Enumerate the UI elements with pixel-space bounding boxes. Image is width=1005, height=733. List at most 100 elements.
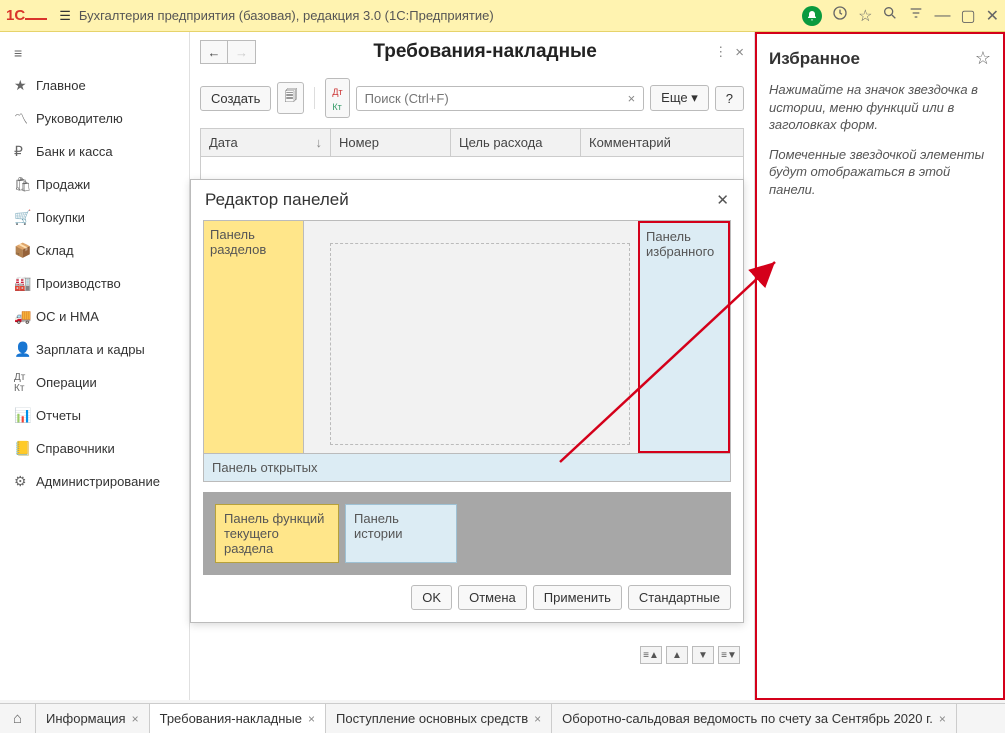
search-clear-icon[interactable]: × <box>624 91 640 106</box>
sidebar-item-bank[interactable]: ₽Банк и касса <box>0 135 189 168</box>
favorites-hint-2: Помеченные звездочкой элементы будут ото… <box>769 146 991 199</box>
history-icon[interactable] <box>832 5 848 26</box>
nav-up-icon[interactable]: ▲ <box>666 646 688 664</box>
panel-sections-slot[interactable]: Панель разделов <box>204 221 304 453</box>
sidebar-item-assets[interactable]: 🚚ОС и НМА <box>0 300 189 333</box>
sidebar-item-catalogs[interactable]: 📒Справочники <box>0 432 189 465</box>
tab-assets-receipt[interactable]: Поступление основных средств × <box>326 704 552 733</box>
tab-close-icon[interactable]: × <box>132 712 139 726</box>
tab-label: Информация <box>46 711 126 726</box>
tab-requirements[interactable]: Требования-накладные × <box>150 704 326 733</box>
title-actions: ☆ — ▢ ✕ <box>802 5 999 26</box>
sidebar-item-sales[interactable]: 🛍Продажи <box>0 168 189 201</box>
doc-close-icon[interactable]: × <box>735 44 744 61</box>
nav-back-button[interactable]: ← <box>200 40 228 64</box>
help-button[interactable]: ? <box>715 86 744 111</box>
panel-functions-tile[interactable]: Панель функций текущего раздела <box>215 504 339 563</box>
sidebar-item-label: Операции <box>36 375 97 390</box>
sidebar-item-purchases[interactable]: 🛒Покупки <box>0 201 189 234</box>
sidebar-item-manager[interactable]: 〽Руководителю <box>0 102 189 135</box>
content-area: ← → Требования-накладные ⋮ × Создать 🗐 Д… <box>190 32 755 700</box>
notifications-icon[interactable] <box>802 6 822 26</box>
sidebar-item-label: Главное <box>36 78 86 93</box>
col-comment[interactable]: Комментарий <box>581 129 743 156</box>
filter-icon[interactable] <box>908 5 924 26</box>
ok-button[interactable]: OK <box>411 585 452 610</box>
apply-button[interactable]: Применить <box>533 585 622 610</box>
more-button[interactable]: Еще ▾ <box>650 85 709 111</box>
panel-editor-dialog: Редактор панелей ✕ Панель разделов Панел… <box>190 179 744 623</box>
cancel-button[interactable]: Отмена <box>458 585 527 610</box>
sidebar-item-production[interactable]: 🏭Производство <box>0 267 189 300</box>
favorites-hint-1: Нажимайте на значок звездочка в истории,… <box>769 81 991 134</box>
home-tab-icon[interactable]: ⌂ <box>0 704 36 733</box>
nav-first-icon[interactable]: ≡▲ <box>640 646 662 664</box>
search-box[interactable]: × <box>356 86 645 111</box>
nav-last-icon[interactable]: ≡▼ <box>718 646 740 664</box>
col-number[interactable]: Номер <box>331 129 451 156</box>
sidebar-hamburger[interactable]: ≡ <box>0 36 189 69</box>
panel-favorites-slot[interactable]: Панель избранного <box>638 221 730 453</box>
create-button[interactable]: Создать <box>200 86 271 111</box>
tabs-bar: ⌂ Информация × Требования-накладные × Пост… <box>0 703 1005 733</box>
tab-close-icon[interactable]: × <box>308 712 315 726</box>
sidebar-item-label: Отчеты <box>36 408 81 423</box>
sidebar-item-label: Продажи <box>36 177 90 192</box>
standard-button[interactable]: Стандартные <box>628 585 731 610</box>
sidebar-item-hr[interactable]: 👤Зарплата и кадры <box>0 333 189 366</box>
sidebar-item-label: Зарплата и кадры <box>36 342 145 357</box>
sidebar-item-label: ОС и НМА <box>36 309 99 324</box>
doc-title: Требования-накладные <box>264 41 706 63</box>
hamburger-icon[interactable]: ☰ <box>59 8 71 24</box>
logo-1c: 1С <box>6 7 47 24</box>
panel-editor-close-icon[interactable]: ✕ <box>716 191 729 209</box>
sidebar-item-admin[interactable]: ⚙Администрирование <box>0 465 189 498</box>
sidebar-item-main[interactable]: ★Главное <box>0 69 189 102</box>
search-icon[interactable] <box>882 5 898 26</box>
tab-label: Поступление основных средств <box>336 711 528 726</box>
tab-label: Оборотно-сальдовая ведомость по счету за… <box>562 711 933 726</box>
favorites-star-icon[interactable]: ☆ <box>975 48 991 69</box>
sidebar-item-reports[interactable]: 📊Отчеты <box>0 399 189 432</box>
doc-kebab-icon[interactable]: ⋮ <box>714 44 727 60</box>
tab-balance-report[interactable]: Оборотно-сальдовая ведомость по счету за… <box>552 704 957 733</box>
star-icon[interactable]: ☆ <box>858 6 872 26</box>
nav-down-icon[interactable]: ▼ <box>692 646 714 664</box>
panel-center-slot[interactable] <box>304 221 638 453</box>
panel-editor-grid: Панель разделов Панель избранного Панель… <box>203 220 731 482</box>
panel-open-slot[interactable]: Панель открытых <box>204 453 730 481</box>
minimize-icon[interactable]: — <box>934 7 950 25</box>
panel-history-tile[interactable]: Панель истории <box>345 504 457 563</box>
separator <box>314 87 315 109</box>
sidebar-item-warehouse[interactable]: 📦Склад <box>0 234 189 267</box>
sidebar-item-operations[interactable]: ДтКтОперации <box>0 366 189 399</box>
dtkt-button[interactable]: ДтКт <box>325 78 349 118</box>
favorites-panel: Избранное ☆ Нажимайте на значок звездочк… <box>755 32 1005 700</box>
doc-toolbar: Создать 🗐 ДтКт × Еще ▾ ? <box>190 72 754 124</box>
doc-header: ← → Требования-накладные ⋮ × <box>190 32 754 72</box>
maximize-icon[interactable]: ▢ <box>960 6 975 26</box>
sidebar: ≡ ★Главное 〽Руководителю ₽Банк и касса 🛍… <box>0 32 190 700</box>
table-header: Дата ↓ Номер Цель расхода Комментарий <box>200 128 744 157</box>
copy-button[interactable]: 🗐 <box>277 82 304 114</box>
app-title: Бухгалтерия предприятия (базовая), редак… <box>79 8 802 23</box>
col-purpose[interactable]: Цель расхода <box>451 129 581 156</box>
sidebar-item-label: Склад <box>36 243 74 258</box>
panel-editor-title: Редактор панелей <box>205 190 349 210</box>
tab-close-icon[interactable]: × <box>939 712 946 726</box>
sidebar-item-label: Покупки <box>36 210 85 225</box>
favorites-title: Избранное <box>769 49 860 69</box>
sidebar-item-label: Банк и касса <box>36 144 113 159</box>
tab-label: Требования-накладные <box>160 711 302 726</box>
list-nav-buttons: ≡▲ ▲ ▼ ≡▼ <box>640 646 740 664</box>
nav-forward-button[interactable]: → <box>228 40 256 64</box>
col-date[interactable]: Дата ↓ <box>201 129 331 156</box>
sidebar-item-label: Администрирование <box>36 474 160 489</box>
sidebar-item-label: Справочники <box>36 441 115 456</box>
close-window-icon[interactable]: ✕ <box>986 6 999 26</box>
tab-info[interactable]: Информация × <box>36 704 150 733</box>
search-input[interactable] <box>361 87 624 110</box>
tab-close-icon[interactable]: × <box>534 712 541 726</box>
panel-unused-row: Панель функций текущего раздела Панель и… <box>203 492 731 575</box>
main-layout: ≡ ★Главное 〽Руководителю ₽Банк и касса 🛍… <box>0 32 1005 700</box>
